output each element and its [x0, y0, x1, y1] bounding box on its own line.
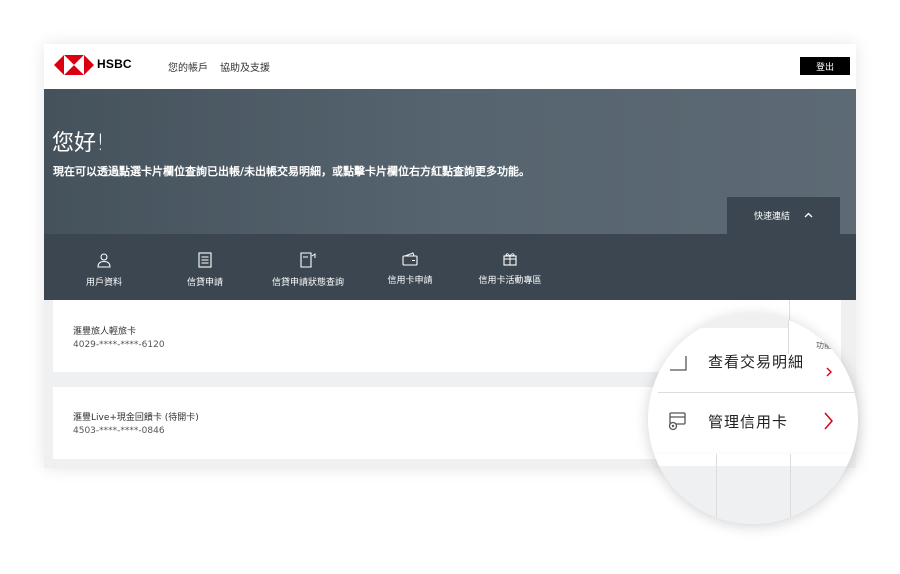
manage-card-icon: [668, 412, 686, 431]
menu-divider: [658, 392, 858, 393]
document-status-icon: [300, 252, 316, 268]
column-divider: [716, 454, 717, 524]
quick-link-user-profile[interactable]: 用戶資料: [74, 234, 134, 300]
gift-icon: [503, 253, 517, 266]
transactions-icon: [670, 356, 687, 371]
nav-your-accounts[interactable]: 您的帳戶: [168, 59, 208, 74]
quick-link-label: 信貸申請: [186, 278, 223, 288]
menu-item-label: 管理信用卡: [708, 412, 789, 431]
hsbc-logo-icon[interactable]: [54, 55, 94, 75]
quick-links-bar: 用戶資料 信貸申請 信貸申請狀態查詢 信用卡申請 信用卡活動專區: [44, 234, 856, 300]
column-divider: [790, 454, 791, 524]
brand-name: HSBC: [97, 57, 132, 71]
top-header: HSBC 您的帳戶 協助及支援 登出: [44, 44, 856, 89]
logout-button[interactable]: 登出: [800, 57, 850, 75]
quick-link-label: 信用卡活動專區: [478, 276, 542, 286]
quick-link-loan-apply[interactable]: 信貸申請: [175, 234, 235, 300]
quick-link-label: 用戶資料: [85, 278, 122, 288]
menu-item-label: 查看交易明細: [708, 352, 805, 371]
chevron-right-icon: [824, 412, 833, 434]
nav-help-support[interactable]: 協助及支援: [220, 59, 270, 74]
chevron-right-icon: [826, 366, 832, 380]
user-icon: [97, 253, 111, 268]
hero-banner: 您好! 現在可以透過點選卡片欄位查詢已出帳/未出帳交易明細，或點擊卡片欄位右方紅…: [44, 89, 856, 234]
hero-subtitle: 現在可以透過點選卡片欄位查詢已出帳/未出帳交易明細，或點擊卡片欄位右方紅點查詢更…: [53, 165, 531, 178]
quick-link-loan-status[interactable]: 信貸申請狀態查詢: [262, 234, 354, 300]
kebab-dot: [815, 326, 818, 329]
document-icon: [198, 252, 212, 268]
greeting-title: 您好!: [52, 131, 105, 156]
card-number: 4029-****-****-6120: [73, 340, 165, 350]
card-name: 滙豐Live+現金回饋卡 (待開卡): [73, 413, 199, 423]
quick-links-label: 快速連結: [753, 212, 790, 222]
quick-links-toggle[interactable]: 快速連結: [727, 197, 840, 234]
magnifier-background: [648, 466, 858, 524]
kebab-dot: [815, 332, 818, 335]
quick-link-card-promotions[interactable]: 信用卡活動專區: [471, 234, 549, 300]
kebab-dot: [815, 320, 818, 323]
quick-link-label: 信用卡申請: [387, 276, 433, 286]
quick-link-label: 信貸申請狀態查詢: [271, 278, 344, 288]
chevron-up-icon: [804, 210, 813, 221]
wallet-card-icon: [402, 252, 418, 266]
card-number: 4503-****-****-0846: [73, 426, 165, 436]
card-name: 滙豐旅人輕旅卡: [73, 327, 137, 337]
magnified-card-menu: 功能 查看交易明細 管理信用卡: [648, 314, 858, 524]
quick-link-card-apply[interactable]: 信用卡申請: [380, 234, 440, 300]
